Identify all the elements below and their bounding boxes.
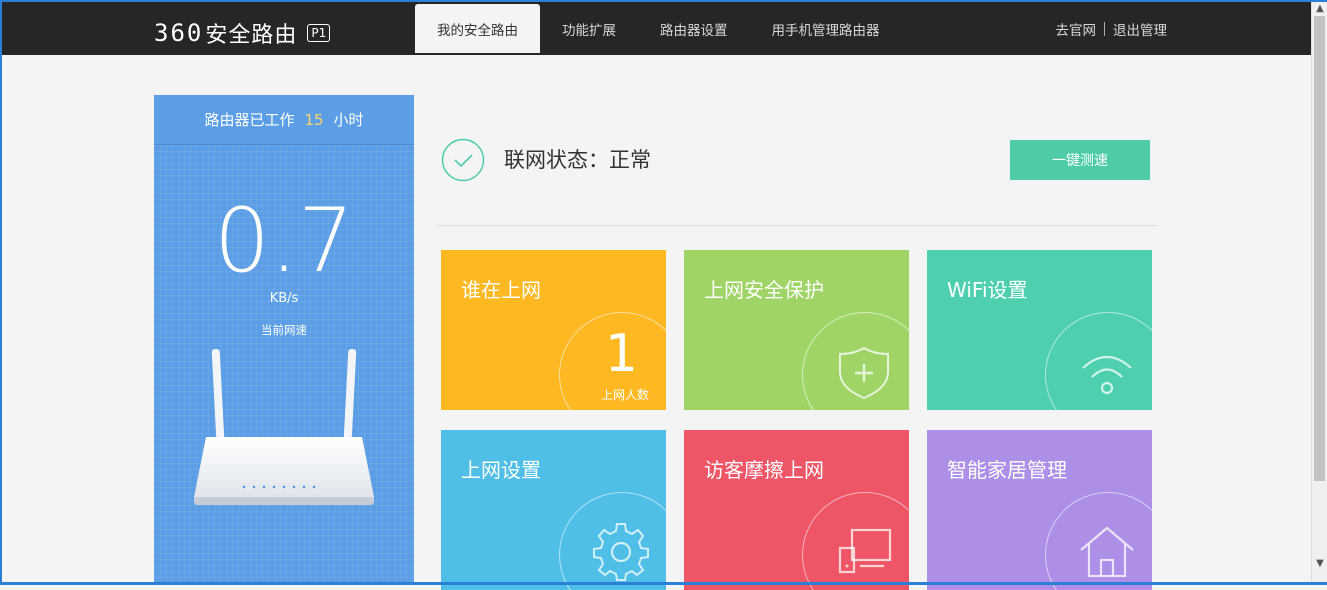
- tile-who-is-online[interactable]: 谁在上网 1 上网人数: [441, 250, 666, 410]
- current-speed-value: 0.7: [214, 189, 354, 292]
- home-icon: [1080, 526, 1134, 578]
- tab-my-router[interactable]: 我的安全路由: [415, 4, 540, 53]
- tab-extensions[interactable]: 功能扩展: [540, 4, 638, 53]
- tile-wifi-settings[interactable]: WiFi设置: [927, 250, 1152, 410]
- logo-number: 360: [154, 19, 204, 47]
- router-illustration: [194, 349, 374, 505]
- official-site-link[interactable]: 去官网: [1056, 19, 1097, 39]
- vertical-scrollbar[interactable]: ▲ ▼: [1311, 2, 1327, 582]
- logo-text: 安全路由: [205, 23, 298, 48]
- tile-guest-access[interactable]: 访客摩擦上网: [684, 430, 909, 590]
- uptime-prefix: 路由器已工作: [204, 111, 295, 129]
- network-status-text: 联网状态：正常: [504, 148, 651, 172]
- check-circle-icon: [441, 138, 485, 182]
- tile-title: 访客摩擦上网: [704, 458, 824, 482]
- window-border-left: [0, 0, 2, 585]
- online-user-count: 1: [604, 324, 638, 384]
- tile-title: 智能家居管理: [947, 458, 1067, 482]
- speed-label: 当前网速: [261, 323, 307, 337]
- logout-link[interactable]: 退出管理: [1113, 19, 1167, 39]
- tab-router-settings[interactable]: 路由器设置: [638, 4, 750, 53]
- brand-logo[interactable]: 360 安全路由 P1: [154, 19, 331, 48]
- wifi-icon: [1082, 355, 1132, 395]
- scroll-thumb[interactable]: [1314, 16, 1325, 481]
- main-nav: 我的安全路由 功能扩展 路由器设置 用手机管理路由器: [415, 4, 902, 53]
- gear-icon: [593, 523, 649, 581]
- devices-icon: [838, 528, 892, 574]
- uptime-suffix: 小时: [333, 111, 364, 129]
- tile-title: WiFi设置: [947, 278, 1028, 302]
- tab-mobile-manage[interactable]: 用手机管理路由器: [750, 4, 902, 53]
- speed-test-button[interactable]: 一键测速: [1010, 140, 1150, 180]
- tile-title: 上网设置: [461, 458, 541, 482]
- online-user-label: 上网人数: [600, 388, 649, 402]
- tile-internet-settings[interactable]: 上网设置: [441, 430, 666, 590]
- scroll-up-arrow-icon[interactable]: ▲: [1315, 3, 1325, 15]
- link-separator: [1104, 22, 1105, 36]
- top-links: 去官网 退出管理: [1056, 19, 1167, 39]
- scroll-down-arrow-icon[interactable]: ▼: [1315, 558, 1325, 570]
- shield-plus-icon: [839, 346, 889, 400]
- speed-unit: KB/s: [269, 291, 299, 306]
- tile-smart-home[interactable]: 智能家居管理: [927, 430, 1152, 590]
- network-status-row: 联网状态：正常 一键测速: [441, 138, 1157, 182]
- section-divider: [436, 225, 1157, 226]
- router-status-panel: 路由器已工作 15 小时 0.7 KB/s 当前网速: [154, 95, 414, 585]
- tile-title: 谁在上网: [461, 278, 541, 302]
- uptime-banner: 路由器已工作 15 小时: [154, 95, 414, 145]
- tile-security-protection[interactable]: 上网安全保护: [684, 250, 909, 410]
- logo-badge: P1: [307, 24, 331, 42]
- uptime-hours: 15: [304, 110, 324, 129]
- tile-title: 上网安全保护: [704, 278, 824, 302]
